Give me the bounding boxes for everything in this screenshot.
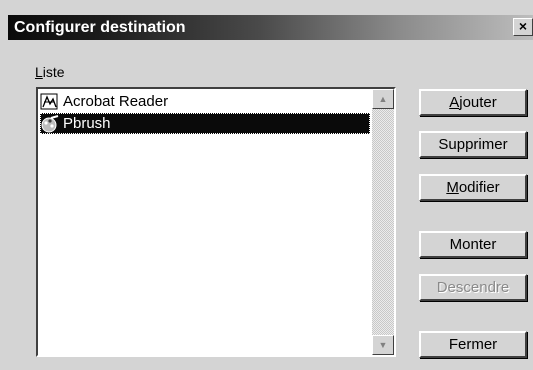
dialog-window: Configurer destination × Liste Acrobat R… [0,0,533,370]
supprimer-button[interactable]: Supprimer [419,131,527,158]
close-icon: × [518,18,528,34]
descendre-button[interactable]: Descendre [419,274,527,301]
list-items: Acrobat Reader Pbrush [38,89,372,355]
modifier-mnemonic: M [446,179,459,196]
ajouter-button[interactable]: Ajouter [419,89,527,116]
scroll-down-button[interactable]: ▼ [372,335,394,355]
list-item-label: Acrobat Reader [63,93,169,110]
list-item-label: Pbrush [63,115,111,132]
list-item-acrobat-reader[interactable]: Acrobat Reader [40,91,370,112]
monter-label: Monter [449,236,497,253]
acrobat-icon [40,93,60,111]
dialog-title: Configurer destination [14,19,186,36]
arrow-down-icon: ▼ [378,340,388,350]
list-label-mnemonic: L [35,64,43,80]
fermer-label: Fermer [448,336,498,353]
fermer-button[interactable]: Fermer [419,331,527,358]
scroll-up-button[interactable]: ▲ [372,89,394,109]
ajouter-label-rest: jouter [459,94,497,111]
close-button[interactable]: × [513,18,533,36]
modifier-button[interactable]: Modifier [419,174,527,201]
monter-button[interactable]: Monter [419,231,527,258]
ajouter-mnemonic: A [449,94,460,111]
arrow-up-icon: ▲ [378,94,388,104]
list-scrollbar[interactable]: ▲ ▼ [372,89,394,355]
modifier-label-rest: odifier [458,179,500,196]
list-label-rest: iste [42,64,65,80]
list-item-pbrush[interactable]: Pbrush [40,113,370,134]
supprimer-label: Supprimer [438,136,508,153]
descendre-label: Descendre [436,279,510,296]
paintbrush-icon [40,115,60,133]
title-bar[interactable]: Configurer destination × [8,15,533,40]
destination-listbox[interactable]: Acrobat Reader Pbrush ▲ ▼ [36,87,396,357]
list-label: Liste [35,64,65,80]
